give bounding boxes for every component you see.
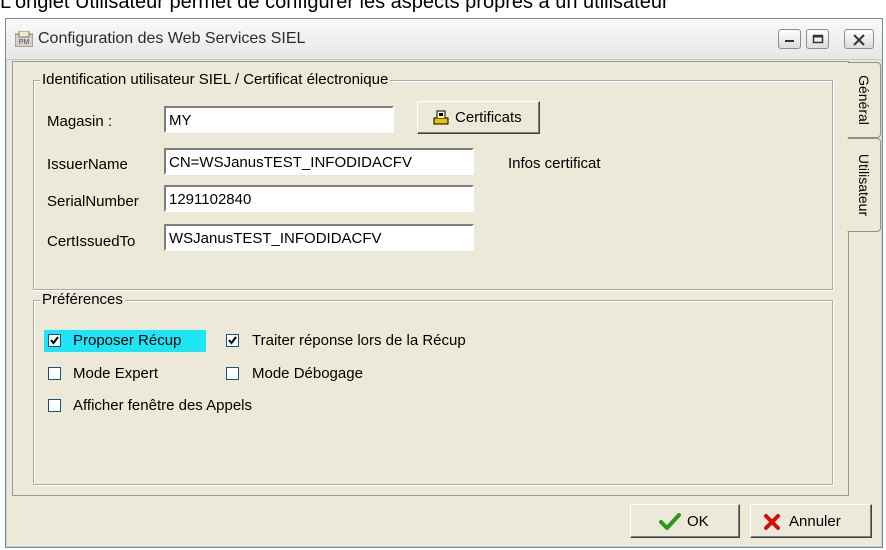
mode-debogage-box[interactable] <box>226 367 239 380</box>
close-icon <box>853 34 865 46</box>
certificate-icon <box>433 110 449 125</box>
certificats-button-label: Certificats <box>455 109 522 126</box>
certissuedto-label: CertIssuedTo <box>47 233 136 250</box>
tab-general-label: Général <box>856 75 872 125</box>
page-caption: L'onglet Utilisateur permet de configure… <box>0 0 669 13</box>
preferences-group-title: Préférences <box>40 291 125 308</box>
traiter-reponse-label: Traiter réponse lors de la Récup <box>252 332 466 349</box>
ok-button-label: OK <box>687 513 709 530</box>
afficher-appels-checkbox[interactable]: Afficher fenêtre des Appels <box>44 395 304 417</box>
mode-debogage-checkbox[interactable]: Mode Débogage <box>218 363 418 385</box>
green-check-icon <box>659 513 681 530</box>
tab-general[interactable]: Général <box>848 62 881 138</box>
identification-group-title: Identification utilisateur SIEL / Certif… <box>40 71 391 88</box>
issuername-label: IssuerName <box>47 156 128 173</box>
app-icon: PM <box>15 31 33 47</box>
serialnumber-label: SerialNumber <box>47 193 139 210</box>
minimize-icon <box>785 40 794 42</box>
checkmark-icon <box>50 336 59 345</box>
serialnumber-field[interactable]: 1291102840 <box>164 185 474 212</box>
close-button[interactable] <box>844 29 874 49</box>
minimize-button[interactable] <box>778 29 801 49</box>
afficher-appels-label: Afficher fenêtre des Appels <box>73 397 253 414</box>
ok-button[interactable]: OK <box>630 504 740 538</box>
mode-expert-checkbox[interactable]: Mode Expert <box>44 363 204 385</box>
preferences-group: Préférences Proposer Récup Traiter répon… <box>33 291 833 485</box>
cancel-button[interactable]: Annuler <box>750 504 872 538</box>
infos-certificat-label: Infos certificat <box>508 155 601 172</box>
certificats-button[interactable]: Certificats <box>417 101 540 134</box>
red-x-icon <box>764 514 780 530</box>
tab-page-utilisateur: Identification utilisateur SIEL / Certif… <box>12 61 849 496</box>
app-icon-text: PM <box>19 39 30 46</box>
proposer-recup-box[interactable] <box>48 334 61 347</box>
certissuedto-field[interactable]: WSJanusTEST_INFODIDACFV <box>164 224 474 251</box>
mode-expert-label: Mode Expert <box>73 365 159 382</box>
proposer-recup-label: Proposer Récup <box>73 332 182 349</box>
magasin-label: Magasin : <box>47 113 113 130</box>
issuername-field[interactable]: CN=WSJanusTEST_INFODIDACFV <box>164 148 474 175</box>
traiter-reponse-box[interactable] <box>226 334 239 347</box>
dialog-window: PM Configuration des Web Services SIEL I… <box>5 18 883 548</box>
magasin-field[interactable]: MY <box>164 106 394 133</box>
tab-utilisateur-label: Utilisateur <box>856 153 872 217</box>
identification-group: Identification utilisateur SIEL / Certif… <box>33 71 833 290</box>
maximize-icon <box>812 34 824 44</box>
afficher-appels-box[interactable] <box>48 399 61 412</box>
tab-utilisateur[interactable]: Utilisateur <box>847 138 881 232</box>
traiter-reponse-checkbox[interactable]: Traiter réponse lors de la Récup <box>218 330 518 352</box>
checkmark-icon <box>228 336 237 345</box>
mode-expert-box[interactable] <box>48 367 61 380</box>
cancel-button-label: Annuler <box>789 513 841 530</box>
window-title: Configuration des Web Services SIEL <box>38 30 306 47</box>
proposer-recup-checkbox[interactable]: Proposer Récup <box>44 330 206 352</box>
maximize-button[interactable] <box>806 29 829 49</box>
mode-debogage-label: Mode Débogage <box>252 365 363 382</box>
title-bar: PM Configuration des Web Services SIEL <box>6 19 882 60</box>
